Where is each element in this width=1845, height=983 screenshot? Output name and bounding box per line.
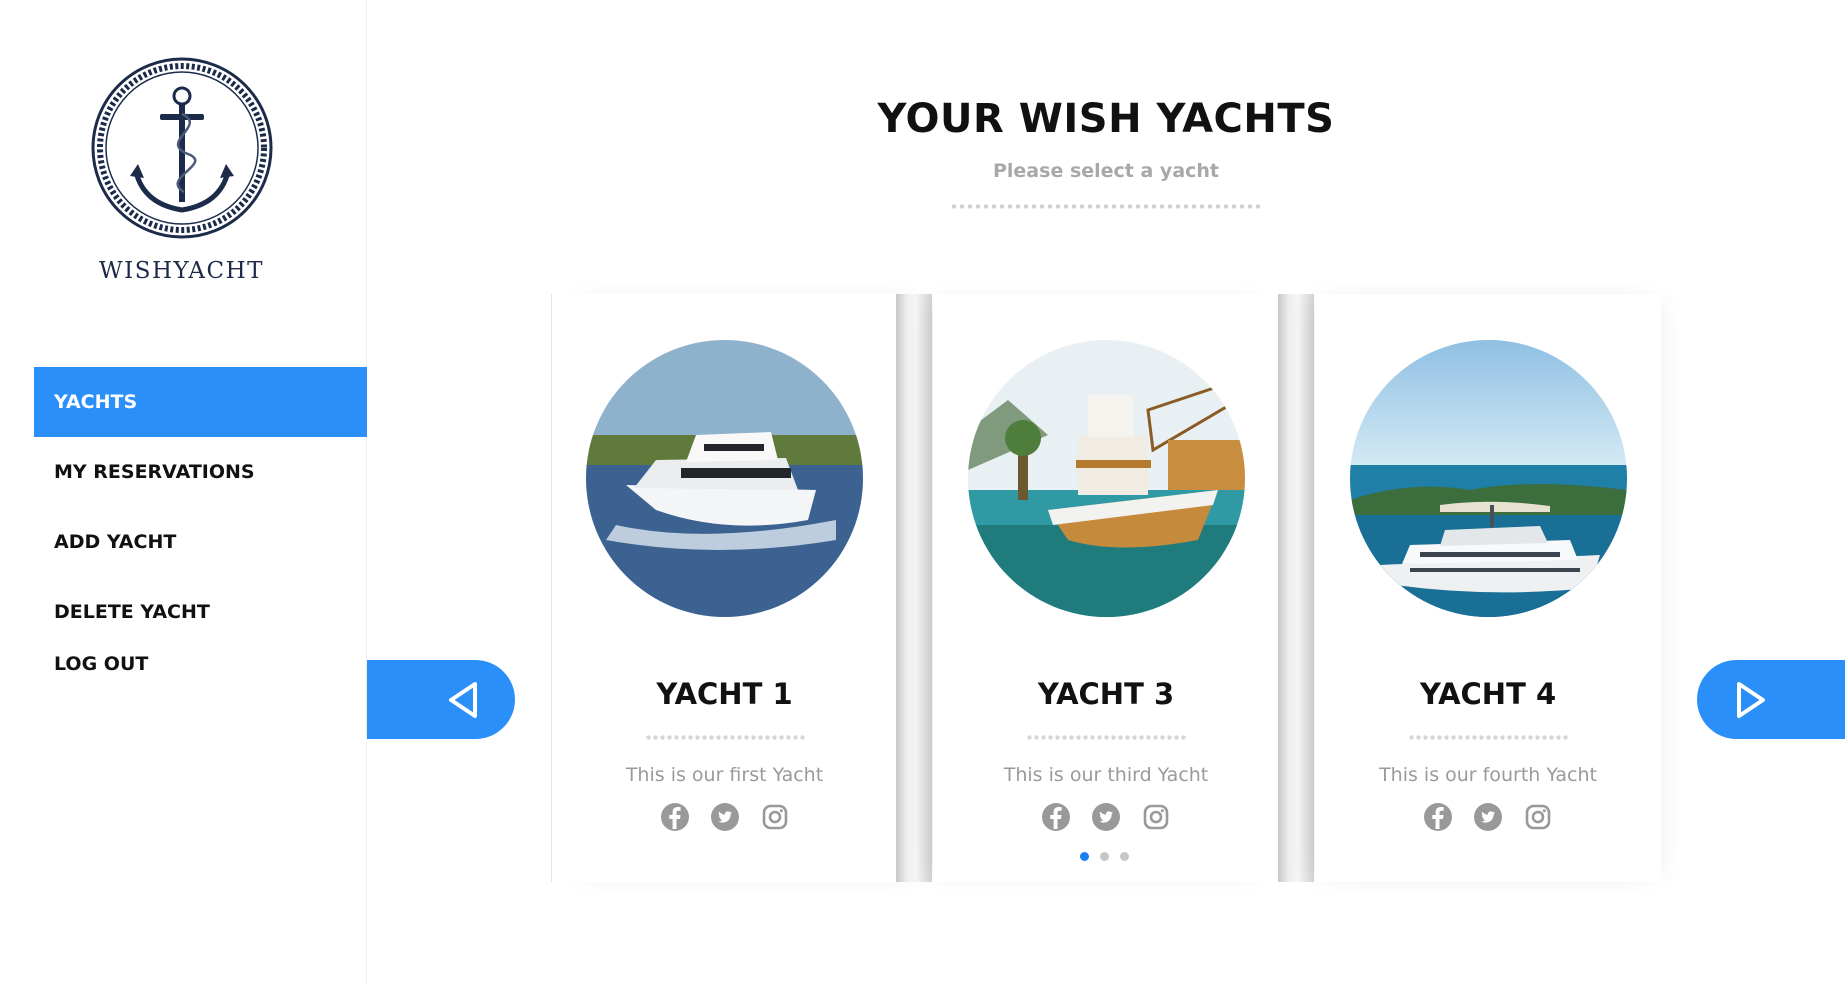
carousel-next-button[interactable]	[1697, 660, 1845, 739]
social-links	[552, 802, 897, 832]
instagram-icon[interactable]	[760, 802, 790, 832]
triangle-left-icon	[449, 681, 477, 718]
yacht-card[interactable]: YACHT 1 This is our first Yacht	[551, 294, 897, 882]
page-header: YOUR WISH YACHTS Please select a yacht	[367, 96, 1845, 209]
card-description: This is our fourth Yacht	[1379, 764, 1597, 786]
pager-dot[interactable]	[1100, 852, 1109, 861]
social-links	[933, 802, 1279, 832]
nav-item-delete-yacht[interactable]: DELETE YACHT	[34, 577, 367, 647]
dotted-divider	[950, 204, 1262, 209]
card-title: YACHT 3	[1037, 677, 1175, 711]
superyacht-island-photo	[1349, 340, 1627, 617]
motor-yacht-photo	[586, 340, 863, 617]
card-title: YACHT 1	[656, 677, 793, 711]
brand-name: WISHYACHT	[98, 258, 265, 284]
page-subtitle: Please select a yacht	[992, 160, 1220, 182]
twitter-icon[interactable]	[1473, 802, 1503, 832]
yacht-card[interactable]: YACHT 4 This is our fourth Yacht	[1315, 294, 1661, 882]
card-dotted-divider	[644, 735, 805, 740]
carousel-prev-button[interactable]	[367, 660, 515, 739]
sidebar: WISHYACHT YACHTS MY RESERVATIONS ADD YAC…	[0, 0, 367, 983]
nav-item-log-out[interactable]: LOG OUT	[34, 647, 367, 703]
card-description: This is our third Yacht	[1003, 764, 1209, 786]
facebook-icon[interactable]	[660, 802, 690, 832]
facebook-icon[interactable]	[1423, 802, 1453, 832]
instagram-icon[interactable]	[1523, 802, 1553, 832]
card-dotted-divider	[1026, 735, 1186, 740]
twitter-icon[interactable]	[710, 802, 740, 832]
card-title: YACHT 4	[1419, 677, 1557, 711]
card-description: This is our first Yacht	[625, 764, 824, 786]
nav-item-yachts[interactable]: YACHTS	[34, 367, 367, 437]
facebook-icon[interactable]	[1041, 802, 1071, 832]
main-nav: YACHTS MY RESERVATIONS ADD YACHT DELETE …	[34, 367, 367, 703]
carousel-pager	[1080, 852, 1129, 861]
twitter-icon[interactable]	[1091, 802, 1121, 832]
pager-dot[interactable]	[1120, 852, 1129, 861]
triangle-right-icon	[1737, 681, 1765, 718]
nav-item-add-yacht[interactable]: ADD YACHT	[34, 507, 367, 577]
card-separator	[1278, 294, 1314, 882]
social-links	[1315, 802, 1661, 832]
yacht-card[interactable]: YACHT 3 This is our third Yacht	[933, 294, 1279, 882]
card-dotted-divider	[1408, 735, 1568, 740]
instagram-icon[interactable]	[1141, 802, 1171, 832]
card-separator	[896, 294, 932, 882]
wooden-boat-photo	[967, 340, 1245, 617]
page-title: YOUR WISH YACHTS	[877, 96, 1335, 142]
nav-item-my-reservations[interactable]: MY RESERVATIONS	[34, 437, 367, 507]
anchor-logo-icon	[88, 54, 276, 242]
pager-dot[interactable]	[1080, 852, 1089, 861]
